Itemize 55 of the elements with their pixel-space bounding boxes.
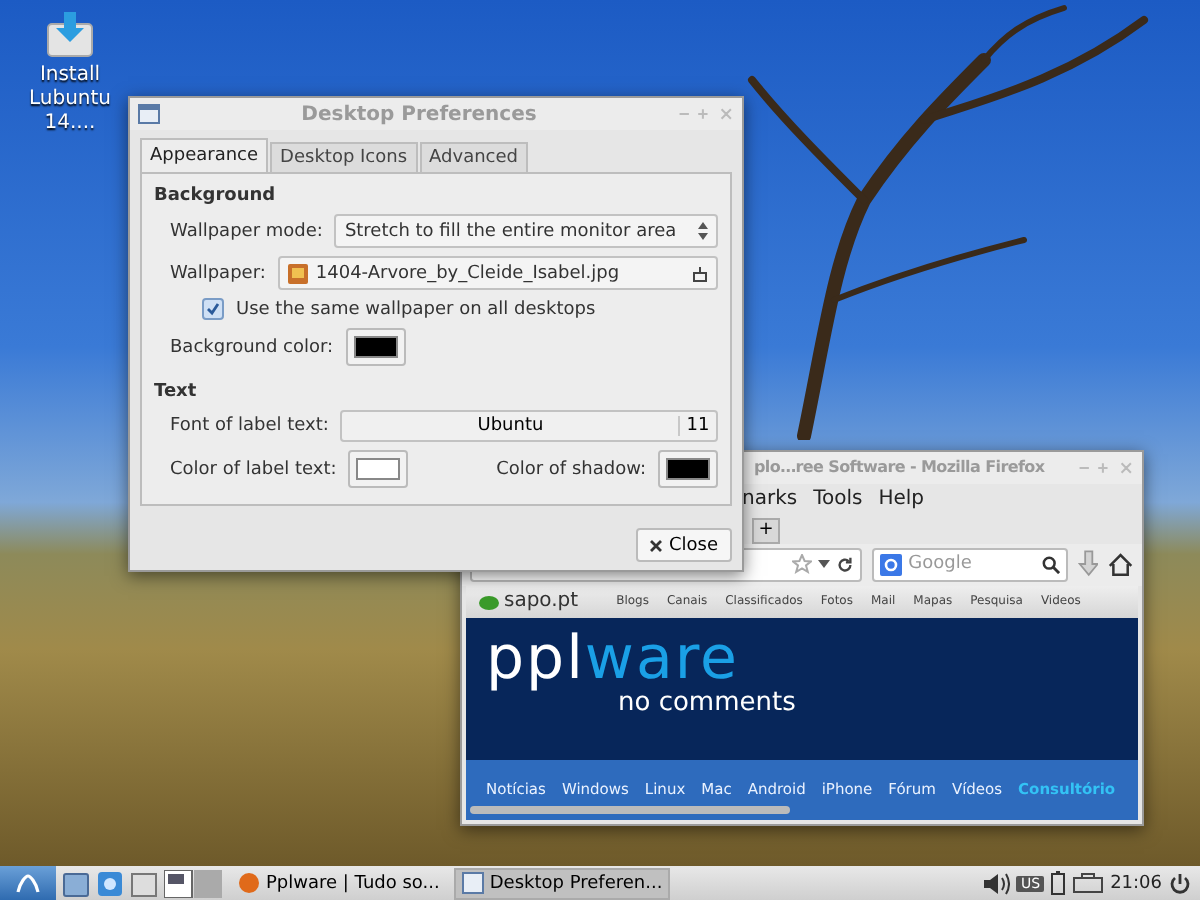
power-icon[interactable] (1168, 871, 1192, 895)
section-heading: Text (154, 382, 199, 402)
dropdown-arrow-icon[interactable] (818, 560, 831, 569)
checkbox-label[interactable]: Use the same wallpaper on all desktops (236, 299, 596, 319)
window-icon (461, 872, 484, 894)
color-picker-button[interactable] (345, 328, 406, 366)
field-label: Wallpaper mode: (170, 221, 323, 241)
font-picker-button[interactable]: Ubuntu 11 (340, 410, 718, 442)
tab[interactable]: Desktop Icons (270, 142, 418, 172)
star-icon[interactable] (792, 554, 813, 575)
window-icon (138, 104, 160, 124)
site-tagline: no comments (618, 689, 798, 718)
field-label: Color of shadow: (496, 459, 646, 479)
start-menu-button[interactable] (0, 866, 56, 900)
horizontal-scrollbar[interactable] (470, 805, 790, 814)
browser-logo-icon (238, 872, 260, 894)
section-heading: Background (154, 186, 278, 206)
battery-icon[interactable] (1050, 870, 1067, 896)
desktop-icon-label[interactable]: Install Lubuntu 14.... (8, 64, 132, 136)
search-icon[interactable] (1041, 555, 1060, 574)
reload-icon[interactable] (836, 555, 855, 574)
color-picker-button[interactable] (658, 450, 718, 488)
arch-logo-icon (16, 873, 40, 893)
wallpaper-mode-dropdown[interactable]: Stretch to fill the entire monitor area (334, 214, 718, 248)
close-button[interactable]: Close (636, 528, 732, 562)
checkbox[interactable] (202, 298, 224, 320)
color-picker-button[interactable] (348, 450, 409, 488)
menu-item[interactable]: narks (742, 487, 798, 510)
taskbar-task[interactable]: Pplware | Tudo so... (230, 867, 448, 899)
volume-icon[interactable] (982, 871, 1011, 895)
browser-icon[interactable] (96, 869, 124, 897)
installer-icon[interactable] (44, 8, 96, 60)
field-label: Font of label text: (170, 416, 329, 436)
window-title: Desktop Preferences (299, 103, 539, 125)
field-label: Background color: (170, 337, 334, 357)
window-title: plo…ree Software - Mozilla Firefox (754, 458, 1047, 477)
workspace-switcher-icon[interactable] (164, 869, 224, 897)
image-file-icon (287, 263, 308, 283)
menu-item[interactable]: Help (878, 487, 925, 510)
close-icon (650, 539, 663, 551)
new-tab-button[interactable]: + (752, 517, 780, 544)
field-label: Wallpaper: (170, 263, 266, 283)
clock[interactable]: 21:06 (1110, 873, 1162, 893)
field-label: Color of label text: (170, 459, 337, 479)
spinner-arrows-icon (698, 222, 708, 240)
tab[interactable]: Appearance (140, 138, 269, 172)
window-icon[interactable] (130, 869, 158, 897)
taskbar-task[interactable]: Desktop Preferen... (453, 867, 671, 899)
tab[interactable]: Advanced (419, 142, 528, 172)
wallpaper-file-chooser[interactable]: 1404-Arvore_by_Cleide_Isabel.jpg (277, 256, 718, 290)
menu-item[interactable]: Tools (813, 487, 863, 510)
site-logo[interactable]: sapo.pt (478, 590, 579, 613)
site-logo[interactable]: pplware (486, 629, 1118, 690)
file-manager-icon[interactable] (62, 869, 90, 897)
home-icon[interactable] (1108, 551, 1134, 578)
